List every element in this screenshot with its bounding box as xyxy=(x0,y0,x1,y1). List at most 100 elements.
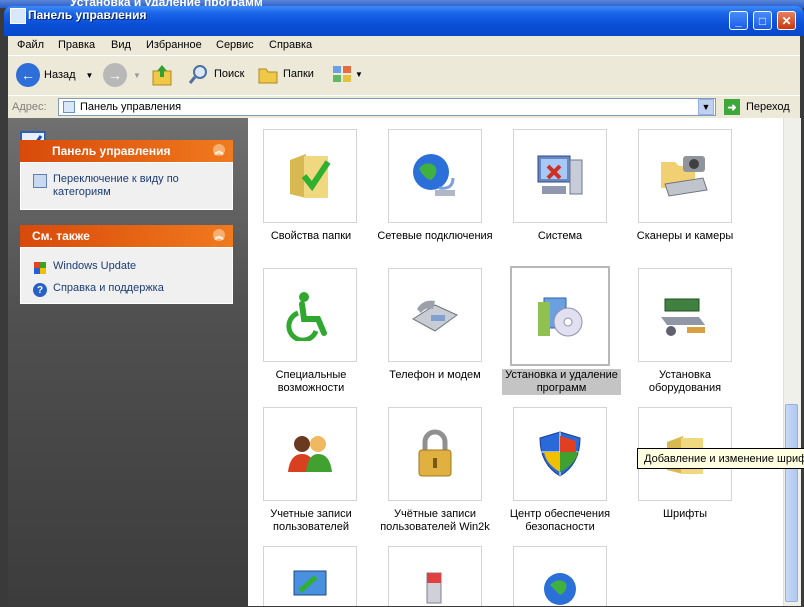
item-label[interactable]: Система xyxy=(497,230,623,243)
search-button[interactable]: Поиск xyxy=(188,63,244,85)
toolbar: ← Назад ▼ → ▼ Поиск Папки ▼ xyxy=(8,55,800,96)
scanners-cameras-icon xyxy=(661,156,708,197)
user-accounts-win2k-tile[interactable] xyxy=(388,407,482,501)
phone-modem-tile[interactable] xyxy=(388,268,482,362)
section-header[interactable]: См. также ︽ xyxy=(20,225,233,247)
section-header[interactable]: Панель управления ︽ xyxy=(20,140,233,162)
system-icon xyxy=(537,155,583,195)
security-center-tile[interactable] xyxy=(513,407,607,501)
add-hardware-tile[interactable] xyxy=(638,268,732,362)
power-options-icon xyxy=(426,572,442,604)
item-label[interactable]: Специальные возможности xyxy=(248,369,374,395)
phone-modem-icon xyxy=(412,300,458,332)
collapse-icon[interactable]: ︽ xyxy=(213,144,225,156)
windows-update-icon xyxy=(34,262,46,274)
section-body: Переключение к виду по категориям xyxy=(20,162,233,210)
task-pane: Панель управления ︽ Переключение к виду … xyxy=(8,118,248,606)
folders-icon xyxy=(258,68,278,84)
folders-label: Папки xyxy=(283,68,314,80)
go-button[interactable]: Переход xyxy=(746,101,790,113)
control-panel-small-icon xyxy=(63,101,75,113)
address-value: Панель управления xyxy=(80,101,182,113)
category-view-icon xyxy=(33,174,47,188)
menu-view[interactable]: Вид xyxy=(111,39,131,51)
menu-favorites[interactable]: Избранное xyxy=(146,39,202,51)
task-help-support[interactable]: ? Справка и поддержка xyxy=(21,280,232,297)
scanners-cameras-tile[interactable] xyxy=(638,129,732,223)
task-windows-update[interactable]: Windows Update xyxy=(21,258,232,275)
views-dropdown-icon: ▼ xyxy=(355,69,363,79)
address-input[interactable]: Панель управления xyxy=(58,98,716,116)
display-icon xyxy=(293,570,327,596)
address-label: Адрес: xyxy=(12,101,47,113)
search-label: Поиск xyxy=(214,68,245,80)
item-label[interactable]: Сетевые подключения xyxy=(372,230,498,243)
folders-button[interactable]: Папки xyxy=(257,63,314,85)
task-label: Переключение к виду по категориям xyxy=(53,173,179,198)
user-accounts-icon xyxy=(288,436,332,472)
search-icon xyxy=(188,65,207,84)
see-also-section: См. также ︽ Windows Update ? Справка и п… xyxy=(20,225,233,304)
close-button[interactable]: ✕ xyxy=(777,11,796,30)
accessibility-tile[interactable] xyxy=(263,268,357,362)
forward-arrow-icon: → xyxy=(103,63,127,87)
up-folder-button[interactable] xyxy=(151,63,173,87)
window-title: Панель управления xyxy=(28,8,147,22)
go-arrow-icon[interactable]: ➜ xyxy=(724,99,740,115)
folder-options-tile[interactable] xyxy=(263,129,357,223)
forward-dropdown-icon: ▼ xyxy=(133,70,141,80)
system-tile[interactable] xyxy=(513,129,607,223)
partial-tile[interactable] xyxy=(388,546,482,606)
add-remove-programs-tile[interactable] xyxy=(510,266,610,366)
collapse-icon[interactable]: ︽ xyxy=(213,229,225,241)
partial-tile[interactable] xyxy=(263,546,357,606)
item-label[interactable]: Шрифты xyxy=(622,508,748,521)
menu-bar: Файл Правка Вид Избранное Сервис Справка xyxy=(8,36,800,55)
views-button[interactable]: ▼ xyxy=(331,63,363,85)
internet-options-icon xyxy=(544,573,576,605)
item-label[interactable]: Учётные записи пользователей Win2k xyxy=(372,508,498,534)
address-dropdown-button[interactable]: ▼ xyxy=(698,99,714,115)
menu-edit[interactable]: Правка xyxy=(58,39,95,51)
accessibility-icon xyxy=(286,292,327,341)
minimize-button[interactable]: _ xyxy=(729,11,748,30)
task-switch-category-view[interactable]: Переключение к виду по категориям xyxy=(21,171,232,199)
item-label[interactable]: Учетные записи пользователей xyxy=(248,508,374,534)
add-remove-programs-icon xyxy=(538,297,583,337)
item-label[interactable]: Центр обеспечения безопасности xyxy=(497,508,623,534)
item-label-selected[interactable]: Установка и удаление программ xyxy=(502,369,621,395)
section-title: См. также xyxy=(32,229,90,243)
network-connections-tile[interactable] xyxy=(388,129,482,223)
section-title: Панель управления xyxy=(52,144,171,158)
items-view: Свойства папки Сетевые подключения Систе… xyxy=(248,118,783,606)
back-arrow-icon: ← xyxy=(16,63,40,87)
control-panel-section: Панель управления ︽ Переключение к виду … xyxy=(20,140,233,210)
control-panel-icon xyxy=(10,8,26,24)
padlock-icon xyxy=(418,429,452,477)
menu-tools[interactable]: Сервис xyxy=(216,39,254,51)
item-label[interactable]: Установка оборудования xyxy=(622,369,748,395)
menu-file[interactable]: Файл xyxy=(17,39,44,51)
user-accounts-tile[interactable] xyxy=(263,407,357,501)
scrollbar-thumb[interactable] xyxy=(785,404,798,602)
menu-help[interactable]: Справка xyxy=(269,39,312,51)
tooltip-text: Добавление и изменение шрифтов xyxy=(644,452,804,465)
item-label[interactable]: Сканеры и камеры xyxy=(622,230,748,243)
item-label[interactable]: Свойства папки xyxy=(248,230,374,243)
section-body: Windows Update ? Справка и поддержка xyxy=(20,247,233,304)
help-icon: ? xyxy=(33,283,47,297)
task-label: Windows Update xyxy=(53,260,137,272)
address-bar: Адрес: Панель управления ▼ ➜ Переход xyxy=(8,95,800,118)
views-icon xyxy=(333,66,351,82)
item-label[interactable]: Телефон и модем xyxy=(372,369,498,382)
up-folder-icon xyxy=(152,65,172,86)
security-shield-icon xyxy=(539,431,581,477)
maximize-button[interactable]: □ xyxy=(753,11,772,30)
partial-tile[interactable] xyxy=(513,546,607,606)
network-connections-icon xyxy=(413,154,455,196)
folder-options-icon xyxy=(290,154,331,198)
back-dropdown-icon[interactable]: ▼ xyxy=(86,71,94,80)
back-button[interactable]: ← Назад ▼ xyxy=(16,63,93,87)
forward-button[interactable]: → ▼ xyxy=(103,63,141,87)
tooltip: Добавление и изменение шрифтов xyxy=(637,448,804,469)
